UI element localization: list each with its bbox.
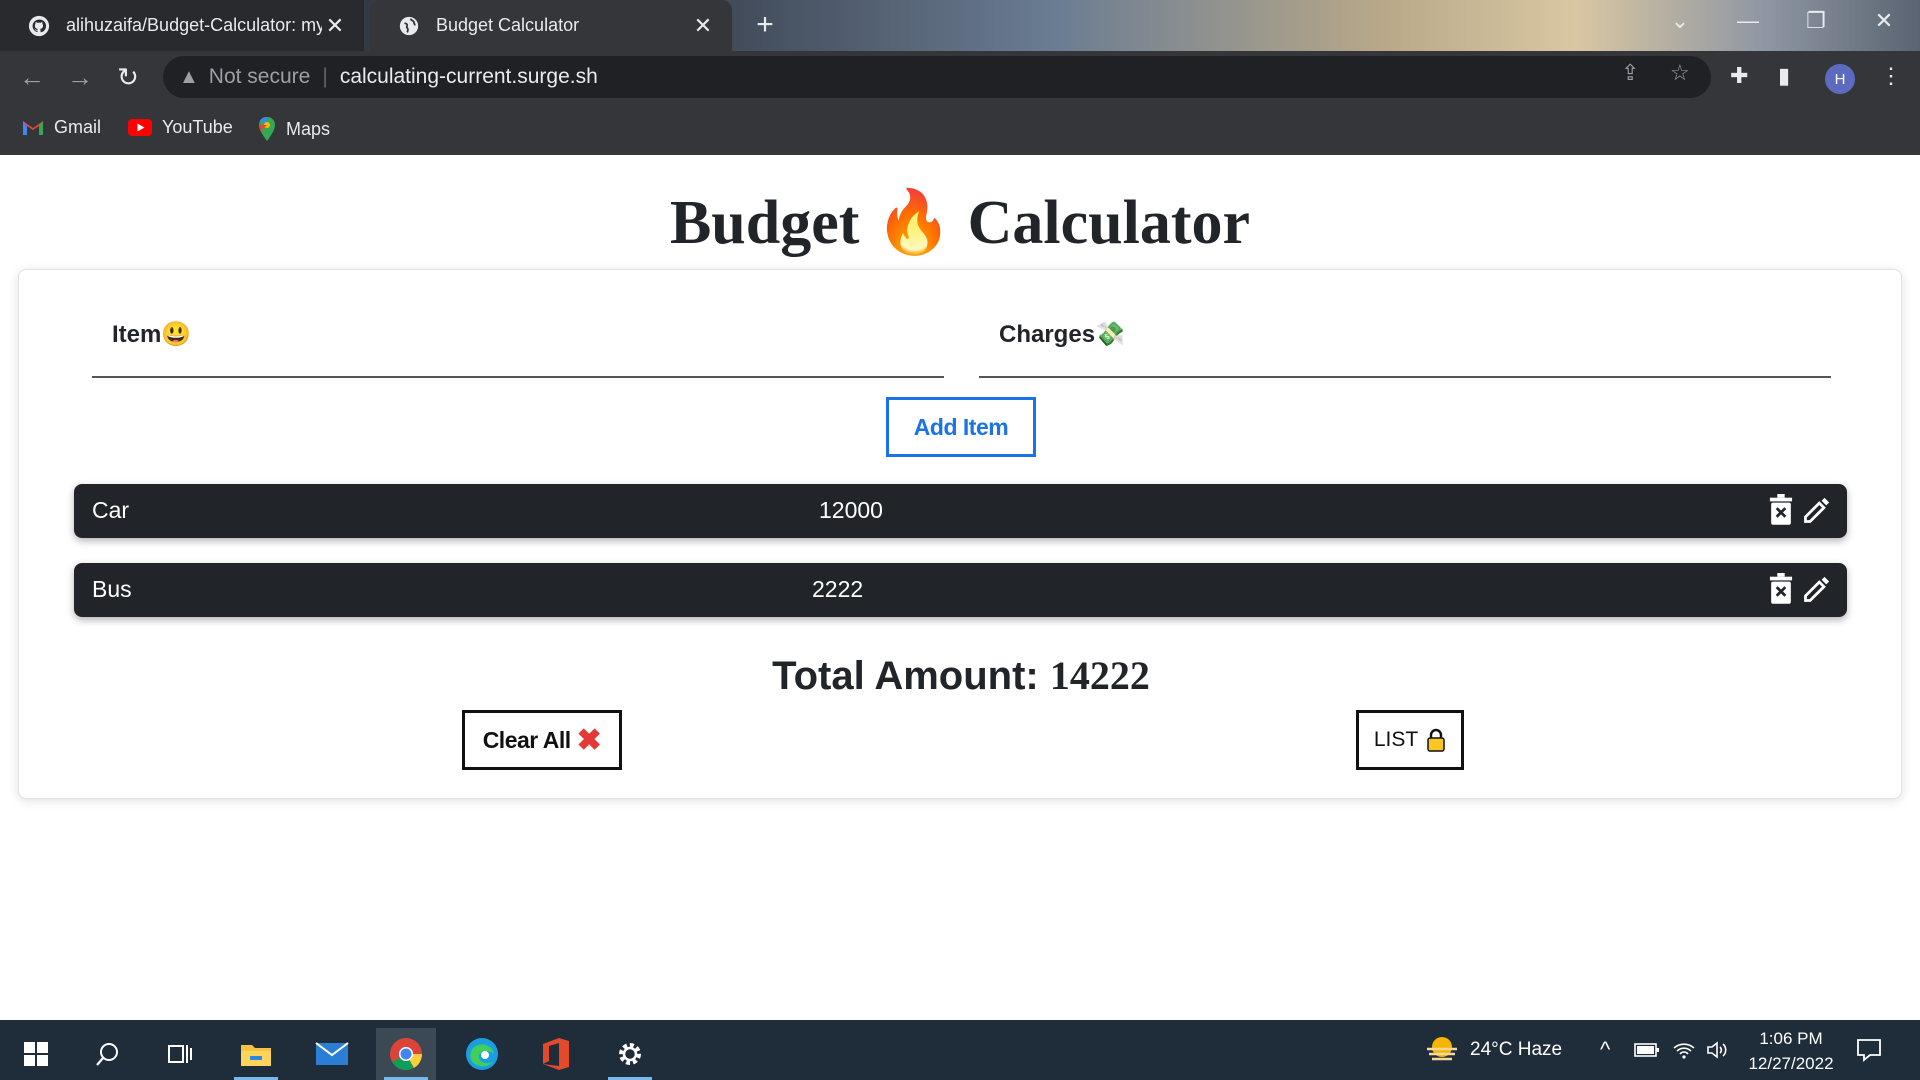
share-icon[interactable]: ⇪ (1621, 60, 1639, 86)
office-icon[interactable] (526, 1028, 586, 1080)
fire-icon: 🔥 (874, 185, 953, 258)
tab-github[interactable]: alihuzaifa/Budget-Calculator: my ✕ (0, 0, 364, 51)
security-label: Not secure (208, 65, 311, 88)
expense-row: Bus 2222 (74, 563, 1847, 617)
windows-taskbar: 24°C Haze ^ 1:06 PM 12/27/2022 (0, 1020, 1920, 1080)
star-icon[interactable]: ☆ (1670, 60, 1690, 86)
bookmarks-bar: Gmail YouTube Maps (0, 103, 1920, 155)
bookmark-gmail[interactable]: Gmail (22, 117, 101, 138)
trash-icon[interactable] (1766, 573, 1796, 605)
profile-avatar[interactable]: H (1825, 64, 1855, 94)
chrome-icon[interactable] (376, 1028, 436, 1080)
mail-icon[interactable] (302, 1028, 362, 1080)
tab-search-icon[interactable]: ⌄ (1660, 8, 1700, 34)
tab-budget-calculator[interactable]: Budget Calculator ✕ (370, 0, 732, 51)
expense-name: Car (92, 497, 130, 523)
expense-name: Bus (92, 576, 132, 602)
cross-mark-icon: ✖ (576, 723, 602, 757)
clear-all-label: Clear All (482, 726, 571, 753)
minimize-icon[interactable]: — (1728, 8, 1768, 34)
browser-titlebar: alihuzaifa/Budget-Calculator: my ✕ Budge… (0, 0, 1920, 51)
globe-icon (399, 16, 419, 35)
clock-date: 12/27/2022 (1748, 1054, 1834, 1073)
back-icon[interactable]: ← (16, 61, 48, 93)
bookmark-label: Maps (286, 118, 331, 139)
budget-card: Item😃 Charges💸 Add Item Car 12000 Bus 22… (18, 269, 1902, 799)
address-bar[interactable]: ▲ Not secure | calculating-current.surge… (163, 56, 1711, 98)
title-budget: Budget (669, 189, 860, 257)
bookmark-maps[interactable]: Maps (258, 117, 330, 141)
haze-sun-icon (1427, 1037, 1457, 1061)
url-text: calculating-current.surge.sh (339, 65, 598, 88)
menu-icon[interactable]: ⋮ (1880, 63, 1902, 89)
edge-icon[interactable] (452, 1028, 512, 1080)
clock-time: 1:06 PM (1759, 1029, 1823, 1048)
reload-icon[interactable]: ↻ (112, 61, 144, 93)
close-window-icon[interactable]: ✕ (1864, 8, 1904, 34)
battery-icon[interactable] (1634, 1020, 1660, 1080)
item-input[interactable]: Item😃 (92, 310, 944, 378)
restore-icon[interactable]: ❐ (1796, 8, 1836, 34)
github-icon (28, 15, 50, 36)
list-label: LIST (1373, 728, 1419, 751)
divider: | (322, 65, 328, 88)
edit-pencil-icon[interactable] (1802, 573, 1832, 605)
trash-icon[interactable] (1766, 494, 1796, 526)
side-panel-icon[interactable]: ▮ (1778, 63, 1790, 89)
clear-all-button[interactable]: Clear All ✖ (462, 710, 622, 770)
title-calculator: Calculator (967, 189, 1251, 257)
weather-widget[interactable]: 24°C Haze (1424, 1020, 1562, 1080)
page-title: Budget 🔥 Calculator (0, 185, 1920, 259)
gmail-icon (23, 121, 43, 135)
expense-amount: 12000 (819, 497, 883, 523)
volume-icon[interactable] (1706, 1020, 1730, 1080)
settings-gear-icon[interactable] (600, 1028, 660, 1080)
expense-row: Car 12000 (74, 484, 1847, 538)
close-tab-icon[interactable]: ✕ (322, 13, 348, 39)
youtube-icon (128, 119, 152, 136)
search-icon[interactable] (78, 1028, 138, 1080)
maps-pin-icon (259, 117, 275, 141)
file-explorer-icon[interactable] (226, 1028, 286, 1080)
wifi-icon[interactable] (1672, 1020, 1696, 1080)
add-item-button[interactable]: Add Item (886, 397, 1036, 457)
notifications-icon[interactable] (1856, 1020, 1882, 1080)
windows-start-icon[interactable] (6, 1028, 66, 1080)
total-label: Total Amount: (772, 654, 1039, 698)
tab-title: alihuzaifa/Budget-Calculator: my (66, 15, 322, 35)
bookmark-label: YouTube (162, 117, 233, 137)
warning-icon: ▲ (179, 65, 199, 88)
show-hidden-icons[interactable]: ^ (1600, 1020, 1610, 1080)
list-button[interactable]: LIST (1356, 710, 1464, 770)
page-content: Budget 🔥 Calculator Item😃 Charges💸 Add I… (0, 155, 1920, 1020)
lock-icon (1427, 728, 1445, 752)
new-tab-button[interactable]: + (750, 8, 780, 42)
expense-amount: 2222 (812, 576, 864, 602)
charges-input[interactable]: Charges💸 (979, 310, 1831, 378)
task-view-icon[interactable] (150, 1028, 210, 1080)
browser-toolbar: ← → ↻ ▲ Not secure | calculating-current… (0, 51, 1920, 103)
forward-icon[interactable]: → (64, 61, 96, 93)
bookmark-youtube[interactable]: YouTube (128, 117, 233, 138)
charges-label: Charges💸 (999, 321, 1125, 348)
total-value: 14222 (1049, 653, 1150, 698)
extensions-icon[interactable]: ✚ (1730, 63, 1748, 89)
close-tab-icon[interactable]: ✕ (690, 13, 716, 39)
weather-text: 24°C Haze (1470, 1039, 1563, 1060)
tab-title: Budget Calculator (436, 15, 580, 35)
edit-pencil-icon[interactable] (1802, 494, 1832, 526)
item-label: Item😃 (112, 321, 192, 348)
total-amount: Total Amount: 14222 (19, 652, 1903, 699)
bookmark-label: Gmail (54, 117, 102, 137)
system-clock[interactable]: 1:06 PM 12/27/2022 (1738, 1026, 1844, 1076)
